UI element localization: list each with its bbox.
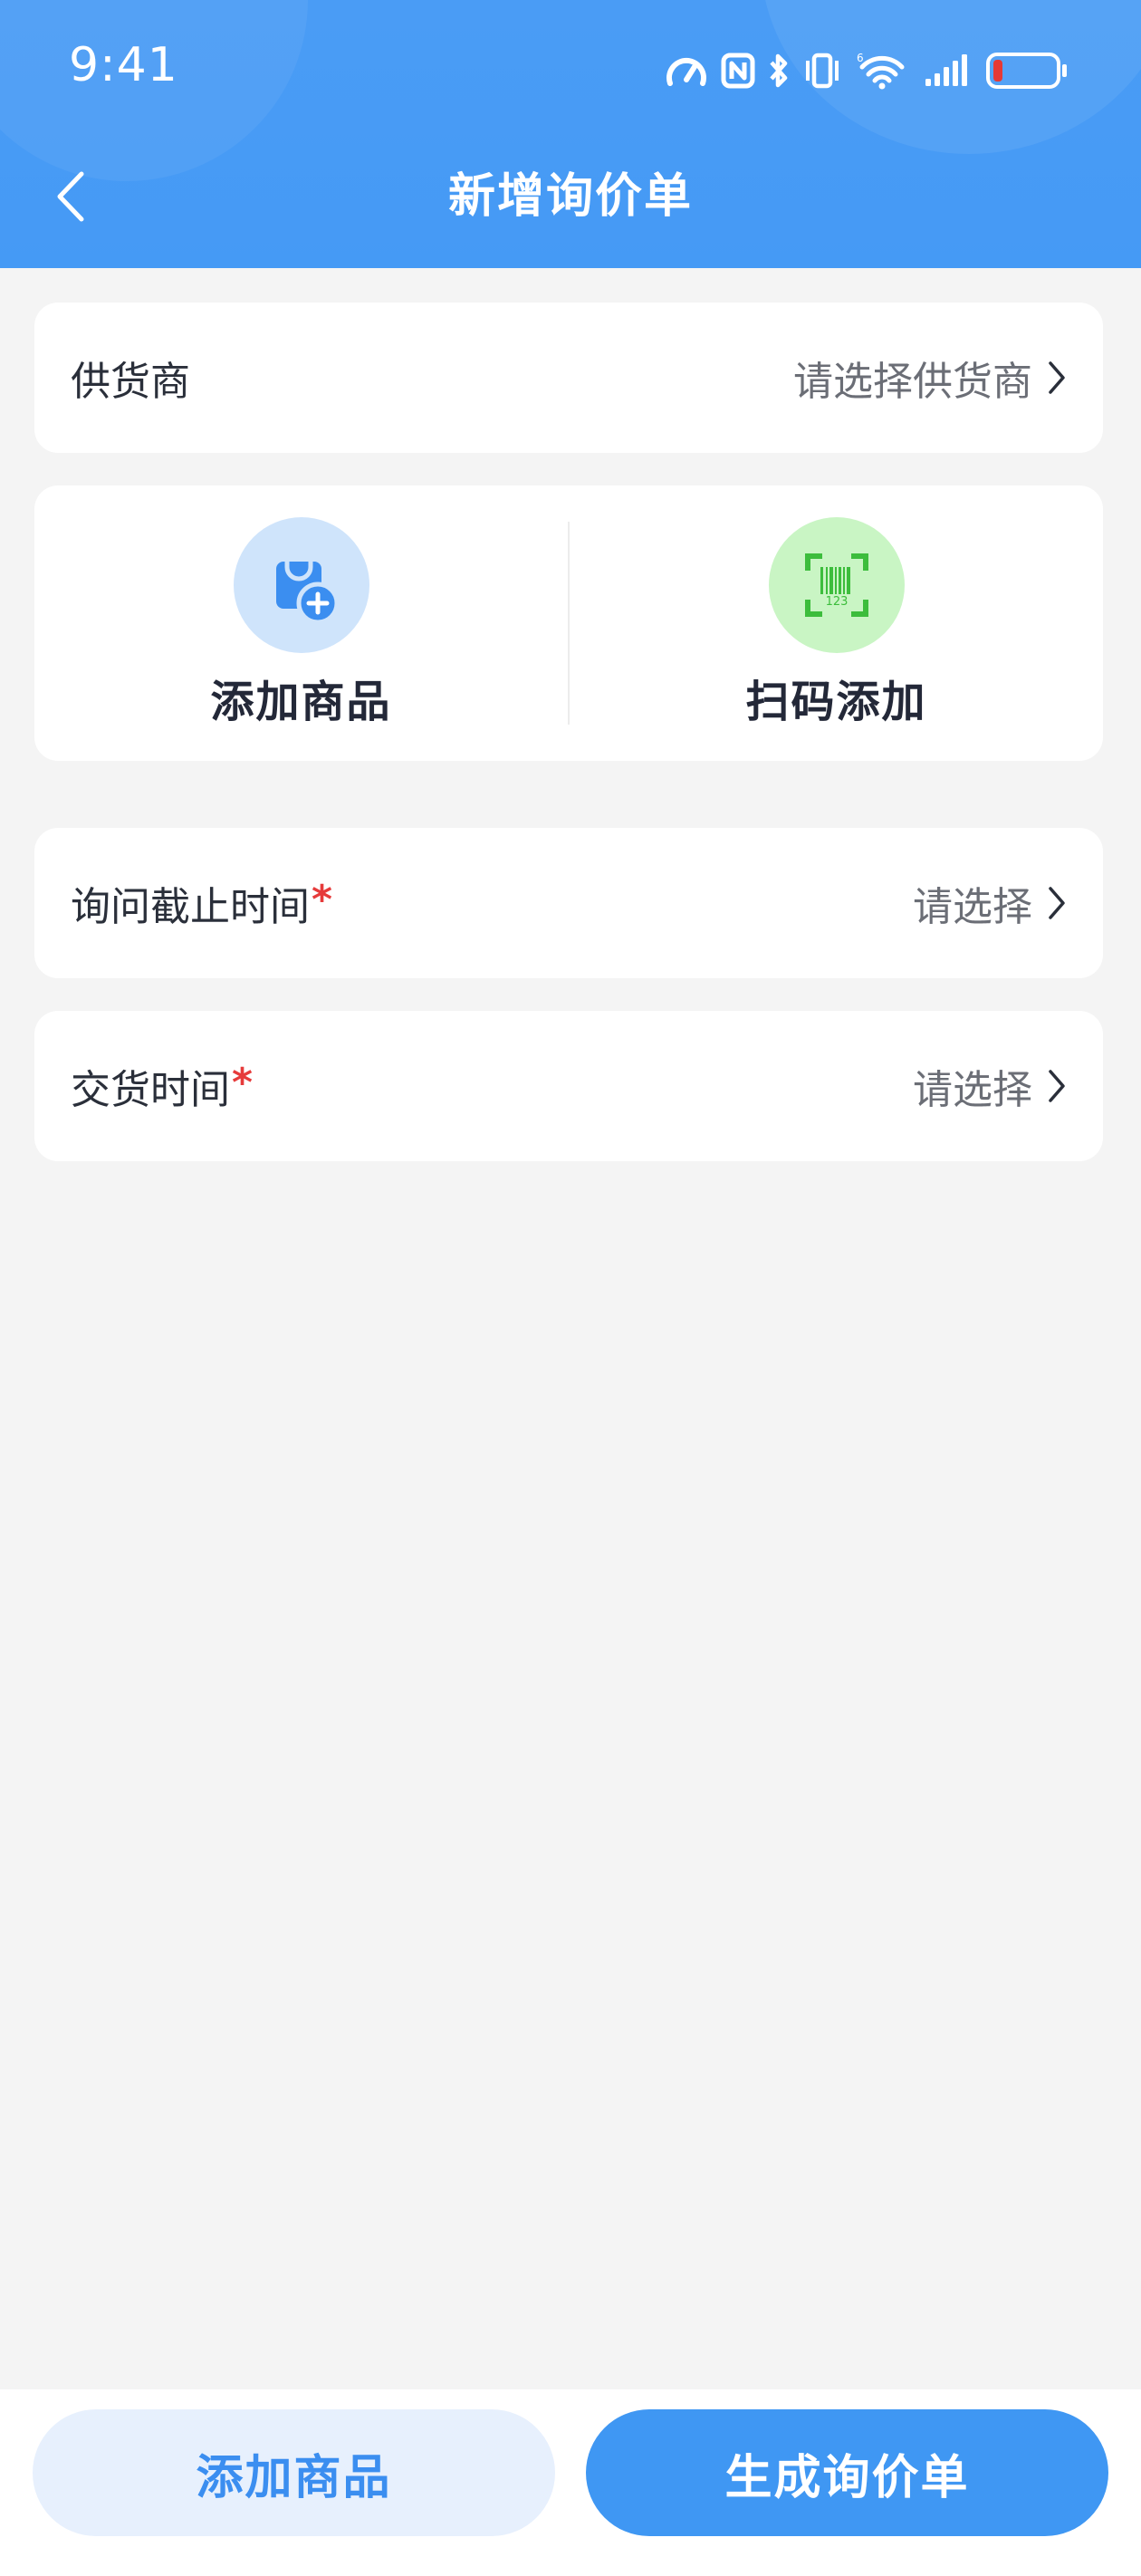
barcode-scan-icon: 123 <box>768 517 905 653</box>
battery-icon <box>986 53 1067 89</box>
deadline-label: 询问截止时间 <box>71 884 310 930</box>
deadline-label-wrap: 询问截止时间* <box>71 874 913 932</box>
barcode-digits: 123 <box>825 595 848 609</box>
chevron-right-icon <box>1047 1068 1067 1104</box>
scan-add-action[interactable]: 123 扫码添加 <box>570 485 1103 761</box>
add-actions-card: 添加商品 123 扫码添加 <box>34 485 1103 761</box>
delivery-label: 交货时间 <box>71 1067 230 1113</box>
page-title: 新增询价单 <box>447 169 693 224</box>
supplier-row[interactable]: 供货商 请选择供货商 <box>34 303 1103 453</box>
shopping-bag-add-icon <box>233 517 369 653</box>
deadline-row[interactable]: 询问截止时间* 请选择 <box>34 828 1103 978</box>
vibrate-icon <box>806 53 839 89</box>
supplier-value: 请选择供货商 <box>793 359 1032 405</box>
deadline-value: 请选择 <box>913 884 1032 930</box>
add-product-action[interactable]: 添加商品 <box>34 485 568 761</box>
status-time: 9:41 <box>69 38 178 92</box>
signal-icon <box>925 54 967 86</box>
app-header: 9:41 6 新增询价单 <box>0 0 1141 268</box>
delivery-row[interactable]: 交货时间* 请选择 <box>34 1011 1103 1161</box>
supplier-label: 供货商 <box>71 359 190 405</box>
add-product-button[interactable]: 添加商品 <box>33 2409 555 2536</box>
wifi-icon: 6 <box>857 52 905 90</box>
nfc-icon <box>721 53 755 89</box>
scan-add-label: 扫码添加 <box>745 677 927 727</box>
status-icons: 6 <box>665 45 1069 96</box>
bottom-action-bar: 添加商品 生成询价单 <box>0 2389 1141 2576</box>
chevron-right-icon <box>1047 360 1067 396</box>
svg-text:6: 6 <box>857 52 864 64</box>
required-mark: * <box>232 1060 254 1106</box>
delivery-value: 请选择 <box>913 1067 1032 1113</box>
speedometer-icon <box>666 57 706 86</box>
generate-inquiry-button[interactable]: 生成询价单 <box>586 2409 1108 2536</box>
bluetooth-icon <box>770 53 788 88</box>
add-product-label: 添加商品 <box>210 677 392 727</box>
chevron-right-icon <box>1047 885 1067 921</box>
required-mark: * <box>312 877 333 923</box>
delivery-label-wrap: 交货时间* <box>71 1057 913 1115</box>
